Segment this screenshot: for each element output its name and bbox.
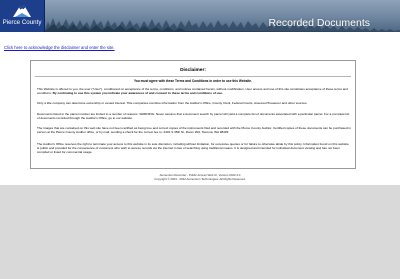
disclaimer-paragraph: The Auditor's Office reserves the right … [37, 142, 349, 154]
page-content: Pierce County Recorded Documents Click h… [0, 0, 400, 185]
footer-copyright: Copyright © 2003 - 2022 Aumentum Technol… [154, 176, 246, 181]
logo-text: Pierce County [2, 19, 42, 26]
disclaimer-panel: Disclaimer: You must agree with these Te… [30, 60, 356, 169]
disclaimer-paragraph: This Website is offered to you, the user… [37, 87, 351, 96]
disclaimer-paragraph: Only a title company can determine owner… [37, 101, 308, 105]
site-header: Pierce County Recorded Documents [0, 0, 400, 32]
disclaimer-paragraph: The images that are contained on this we… [37, 126, 351, 134]
disclaimer-title: Disclaimer: [180, 68, 206, 73]
mountain-icon [13, 5, 31, 17]
paragraph-emphasis: By continuing to use this system you ind… [52, 90, 223, 95]
page-title: Recorded Documents [268, 17, 370, 29]
disclaimer-paragraph: Documents listed in the parcel number ar… [37, 112, 350, 120]
disclaimer-subtitle: You must agree with these Terms and Cond… [134, 79, 252, 83]
pierce-county-logo[interactable]: Pierce County [0, 0, 45, 32]
acknowledge-disclaimer-link[interactable]: Click here to acknowledge the disclaimer… [4, 45, 115, 50]
page-footer: Aumentum Recorder - Public Access Web UI… [0, 173, 400, 181]
disclaimer-divider [35, 76, 351, 77]
